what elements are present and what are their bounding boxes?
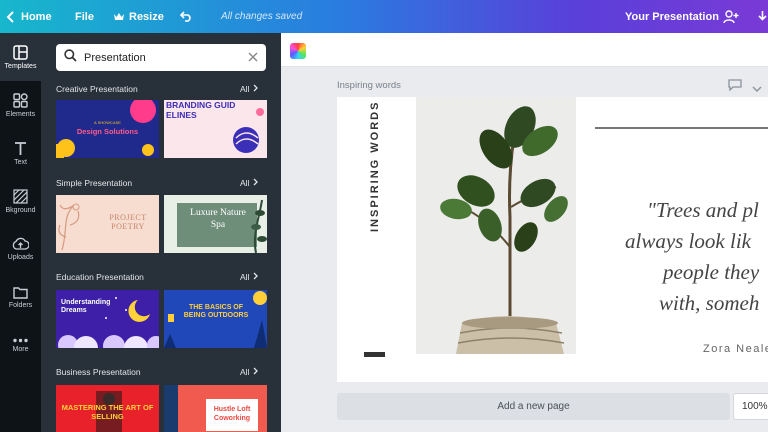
side-nav: Templates Elements Text Bkground Uploads… bbox=[0, 33, 41, 432]
thumb-title: Design Solutions bbox=[76, 127, 139, 136]
section-title-simple: Simple Presentation bbox=[56, 178, 133, 188]
template-thumbnail[interactable]: Understanding Dreams bbox=[56, 290, 159, 348]
template-thumbnail[interactable]: BRANDING GUIDELINES bbox=[164, 100, 267, 158]
see-all-label: All bbox=[240, 84, 250, 94]
thumb-title: Hustle Loft Coworking bbox=[213, 406, 251, 422]
elements-icon bbox=[13, 92, 28, 108]
uploads-icon bbox=[12, 237, 29, 251]
resize-label: Resize bbox=[129, 10, 164, 23]
template-thumbnail[interactable]: Luxure Nature Spa bbox=[164, 195, 267, 253]
template-thumbnail[interactable]: PROJECT POETRY bbox=[56, 195, 159, 253]
editor-toolbar bbox=[281, 33, 768, 67]
nav-uploads[interactable]: Uploads bbox=[0, 225, 41, 273]
nav-more[interactable]: More bbox=[0, 321, 41, 369]
quote-text[interactable]: "Trees and pl always look lik people the… bbox=[607, 195, 768, 319]
see-all-simple[interactable]: All bbox=[240, 178, 259, 188]
thumb-subtitle: A SHOWCASE bbox=[94, 120, 121, 125]
nav-folders-label: Folders bbox=[8, 301, 33, 309]
thumb-title: PROJECT POETRY bbox=[109, 213, 147, 231]
nav-elements[interactable]: Elements bbox=[0, 81, 41, 129]
see-all-label: All bbox=[240, 272, 250, 282]
save-status: All changes saved bbox=[221, 11, 303, 22]
plant-photo[interactable] bbox=[416, 97, 576, 354]
see-all-education[interactable]: All bbox=[240, 272, 259, 282]
thumb-title: MASTERING THE ART OF SELLING bbox=[61, 403, 154, 421]
add-page-button[interactable]: Add a new page bbox=[337, 393, 730, 420]
search-icon bbox=[64, 48, 77, 67]
quote-line: "Trees and pl bbox=[647, 198, 759, 222]
templates-icon bbox=[13, 44, 28, 60]
vertical-title-wrap: INSPIRING WORDS bbox=[357, 101, 381, 247]
comment-icon[interactable] bbox=[728, 78, 742, 96]
thumb-title: Luxure Nature Spa bbox=[190, 208, 246, 230]
background-icon bbox=[13, 188, 28, 204]
undo-button[interactable] bbox=[180, 0, 193, 33]
nav-uploads-label: Uploads bbox=[7, 254, 34, 261]
thumb-title: THE BASICS OF BEING OUTDOORS bbox=[183, 304, 249, 319]
zoom-control[interactable]: 100% bbox=[733, 393, 768, 420]
presentation-name[interactable]: Your Presentation bbox=[625, 0, 719, 33]
chevron-right-icon bbox=[253, 367, 259, 377]
see-all-business[interactable]: All bbox=[240, 367, 259, 377]
see-all-creative[interactable]: All bbox=[240, 84, 259, 94]
vertical-title[interactable]: INSPIRING WORDS bbox=[369, 101, 381, 232]
section-title-education: Education Presentation bbox=[56, 272, 144, 282]
nav-elements-label: Elements bbox=[5, 110, 36, 118]
search-input[interactable] bbox=[84, 51, 248, 64]
chevron-right-icon bbox=[253, 84, 259, 94]
chevron-down-icon[interactable] bbox=[752, 80, 762, 98]
section-title-business: Business Presentation bbox=[56, 367, 141, 377]
chevron-right-icon bbox=[253, 272, 259, 282]
resize-button[interactable]: Resize bbox=[114, 0, 164, 33]
top-bar: Home File Resize All changes saved Your … bbox=[0, 0, 768, 33]
see-all-label: All bbox=[240, 367, 250, 377]
nav-background-label: Bkground bbox=[5, 206, 36, 214]
nav-background[interactable]: Bkground bbox=[0, 177, 41, 225]
home-label: Home bbox=[21, 10, 52, 23]
download-icon bbox=[757, 10, 768, 23]
accent-bar bbox=[364, 352, 385, 357]
chevron-right-icon bbox=[253, 178, 259, 188]
template-thumbnail[interactable]: A SHOWCASE Design Solutions bbox=[56, 100, 159, 158]
undo-icon bbox=[180, 11, 193, 22]
color-picker-icon[interactable] bbox=[290, 43, 306, 59]
template-thumbnail[interactable]: THE BASICS OF BEING OUTDOORS bbox=[164, 290, 267, 348]
file-menu-button[interactable]: File bbox=[75, 0, 94, 33]
file-label: File bbox=[75, 10, 94, 23]
share-button[interactable] bbox=[723, 0, 739, 33]
download-button[interactable] bbox=[757, 0, 768, 33]
chevron-left-icon bbox=[6, 10, 16, 23]
nav-templates-label: Templates bbox=[4, 62, 37, 70]
add-people-icon bbox=[723, 9, 739, 24]
more-icon bbox=[13, 338, 28, 343]
crown-icon bbox=[114, 12, 124, 21]
nav-templates[interactable]: Templates bbox=[0, 33, 41, 81]
nav-more-label: More bbox=[12, 345, 29, 353]
folders-icon bbox=[13, 286, 28, 299]
text-icon bbox=[14, 141, 27, 156]
search-box bbox=[56, 44, 266, 71]
quote-line: with, someh bbox=[659, 291, 760, 315]
quote-line: always look lik bbox=[625, 229, 751, 253]
slide-canvas[interactable]: INSPIRING WORDS "Trees and pl always loo… bbox=[337, 97, 768, 382]
quote-author[interactable]: Zora Neale bbox=[703, 343, 768, 355]
template-thumbnail[interactable]: Hustle Loft Coworking bbox=[164, 385, 267, 432]
home-button[interactable]: Home bbox=[6, 0, 52, 33]
nav-text-label: Text bbox=[14, 158, 27, 166]
template-thumbnail[interactable]: MASTERING THE ART OF SELLING bbox=[56, 385, 159, 432]
nav-folders[interactable]: Folders bbox=[0, 273, 41, 321]
quote-line: people they bbox=[663, 260, 760, 284]
nav-text[interactable]: Text bbox=[0, 129, 41, 177]
section-title-creative: Creative Presentation bbox=[56, 84, 138, 94]
templates-panel: Creative Presentation All A SHOWCASE Des… bbox=[41, 33, 281, 432]
page-title[interactable]: Inspiring words bbox=[337, 80, 401, 91]
see-all-label: All bbox=[240, 178, 250, 188]
divider-line bbox=[595, 127, 768, 129]
clear-search-icon[interactable] bbox=[248, 49, 258, 67]
thumb-title: Understanding Dreams bbox=[61, 299, 111, 314]
